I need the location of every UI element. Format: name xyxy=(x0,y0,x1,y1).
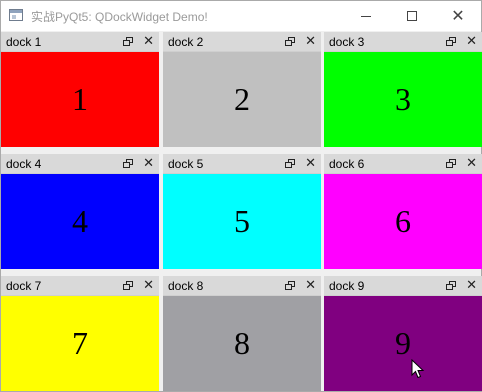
window-title: 实战PyQt5: QDockWidget Demo! xyxy=(31,10,208,24)
dock-title-bar[interactable]: dock 4 ✕ xyxy=(1,154,159,174)
dock-close-button[interactable]: ✕ xyxy=(143,277,154,295)
mouse-cursor-icon xyxy=(411,359,425,379)
minimize-icon xyxy=(361,15,371,17)
dock-widget-6[interactable]: dock 6 ✕ 6 xyxy=(324,154,482,269)
dock-close-button[interactable]: ✕ xyxy=(305,155,316,173)
dock-content: 9 xyxy=(324,296,482,391)
dock-close-button[interactable]: ✕ xyxy=(305,277,316,295)
dock-title-bar[interactable]: dock 2 ✕ xyxy=(163,32,321,52)
dock-title: dock 6 xyxy=(329,157,365,171)
dock-label: 3 xyxy=(395,81,411,117)
float-button[interactable] xyxy=(285,36,297,48)
dock-label: 2 xyxy=(234,81,250,117)
main-window: 实战PyQt5: QDockWidget Demo! ✕ dock 1 ✕ 1 … xyxy=(0,0,482,392)
dock-title: dock 2 xyxy=(168,35,204,49)
dock-label: 6 xyxy=(395,203,411,239)
minimize-button[interactable] xyxy=(343,1,389,31)
float-button[interactable] xyxy=(446,36,458,48)
dock-title-bar[interactable]: dock 9 ✕ xyxy=(324,276,482,296)
dock-label: 4 xyxy=(72,203,88,239)
dock-title: dock 3 xyxy=(329,35,365,49)
dock-close-button[interactable]: ✕ xyxy=(466,33,477,51)
dock-widget-9[interactable]: dock 9 ✕ 9 xyxy=(324,276,482,391)
dock-title-bar[interactable]: dock 7 ✕ xyxy=(1,276,159,296)
float-button[interactable] xyxy=(123,158,135,170)
dock-label: 5 xyxy=(234,203,250,239)
dock-title: dock 7 xyxy=(6,279,42,293)
dock-title: dock 9 xyxy=(329,279,365,293)
dock-widget-7[interactable]: dock 7 ✕ 7 xyxy=(1,276,159,391)
dock-widget-3[interactable]: dock 3 ✕ 3 xyxy=(324,32,482,147)
dock-close-button[interactable]: ✕ xyxy=(466,155,477,173)
dock-title: dock 8 xyxy=(168,279,204,293)
dock-content: 6 xyxy=(324,174,482,269)
dock-content: 1 xyxy=(1,52,159,147)
dock-close-button[interactable]: ✕ xyxy=(305,33,316,51)
dock-title-bar[interactable]: dock 8 ✕ xyxy=(163,276,321,296)
float-button[interactable] xyxy=(285,280,297,292)
dock-widget-1[interactable]: dock 1 ✕ 1 xyxy=(1,32,159,147)
float-button[interactable] xyxy=(285,158,297,170)
dock-content: 8 xyxy=(163,296,321,391)
title-bar[interactable]: 实战PyQt5: QDockWidget Demo! ✕ xyxy=(1,1,481,31)
dock-title: dock 1 xyxy=(6,35,42,49)
dock-content: 5 xyxy=(163,174,321,269)
dock-title-bar[interactable]: dock 5 ✕ xyxy=(163,154,321,174)
dock-title: dock 5 xyxy=(168,157,204,171)
dock-close-button[interactable]: ✕ xyxy=(143,155,154,173)
maximize-button[interactable] xyxy=(389,1,435,31)
float-button[interactable] xyxy=(446,280,458,292)
dock-title-bar[interactable]: dock 6 ✕ xyxy=(324,154,482,174)
dock-label: 8 xyxy=(234,325,250,361)
dock-content: 4 xyxy=(1,174,159,269)
dock-close-button[interactable]: ✕ xyxy=(143,33,154,51)
dock-widget-2[interactable]: dock 2 ✕ 2 xyxy=(163,32,321,147)
dock-content: 3 xyxy=(324,52,482,147)
dock-widget-8[interactable]: dock 8 ✕ 8 xyxy=(163,276,321,391)
dock-title-bar[interactable]: dock 1 ✕ xyxy=(1,32,159,52)
dock-title-bar[interactable]: dock 3 ✕ xyxy=(324,32,482,52)
dock-content: 7 xyxy=(1,296,159,391)
close-icon: ✕ xyxy=(451,6,465,25)
dock-label: 7 xyxy=(72,325,88,361)
dock-label: 1 xyxy=(72,81,88,117)
app-window-icon xyxy=(9,9,23,21)
dock-content: 2 xyxy=(163,52,321,147)
dock-title: dock 4 xyxy=(6,157,42,171)
maximize-icon xyxy=(407,11,417,21)
float-button[interactable] xyxy=(123,36,135,48)
dock-close-button[interactable]: ✕ xyxy=(466,277,477,295)
dock-label: 9 xyxy=(395,325,411,361)
dock-widget-5[interactable]: dock 5 ✕ 5 xyxy=(163,154,321,269)
dock-widget-4[interactable]: dock 4 ✕ 4 xyxy=(1,154,159,269)
float-button[interactable] xyxy=(123,280,135,292)
float-button[interactable] xyxy=(446,158,458,170)
close-window-button[interactable]: ✕ xyxy=(435,1,481,31)
